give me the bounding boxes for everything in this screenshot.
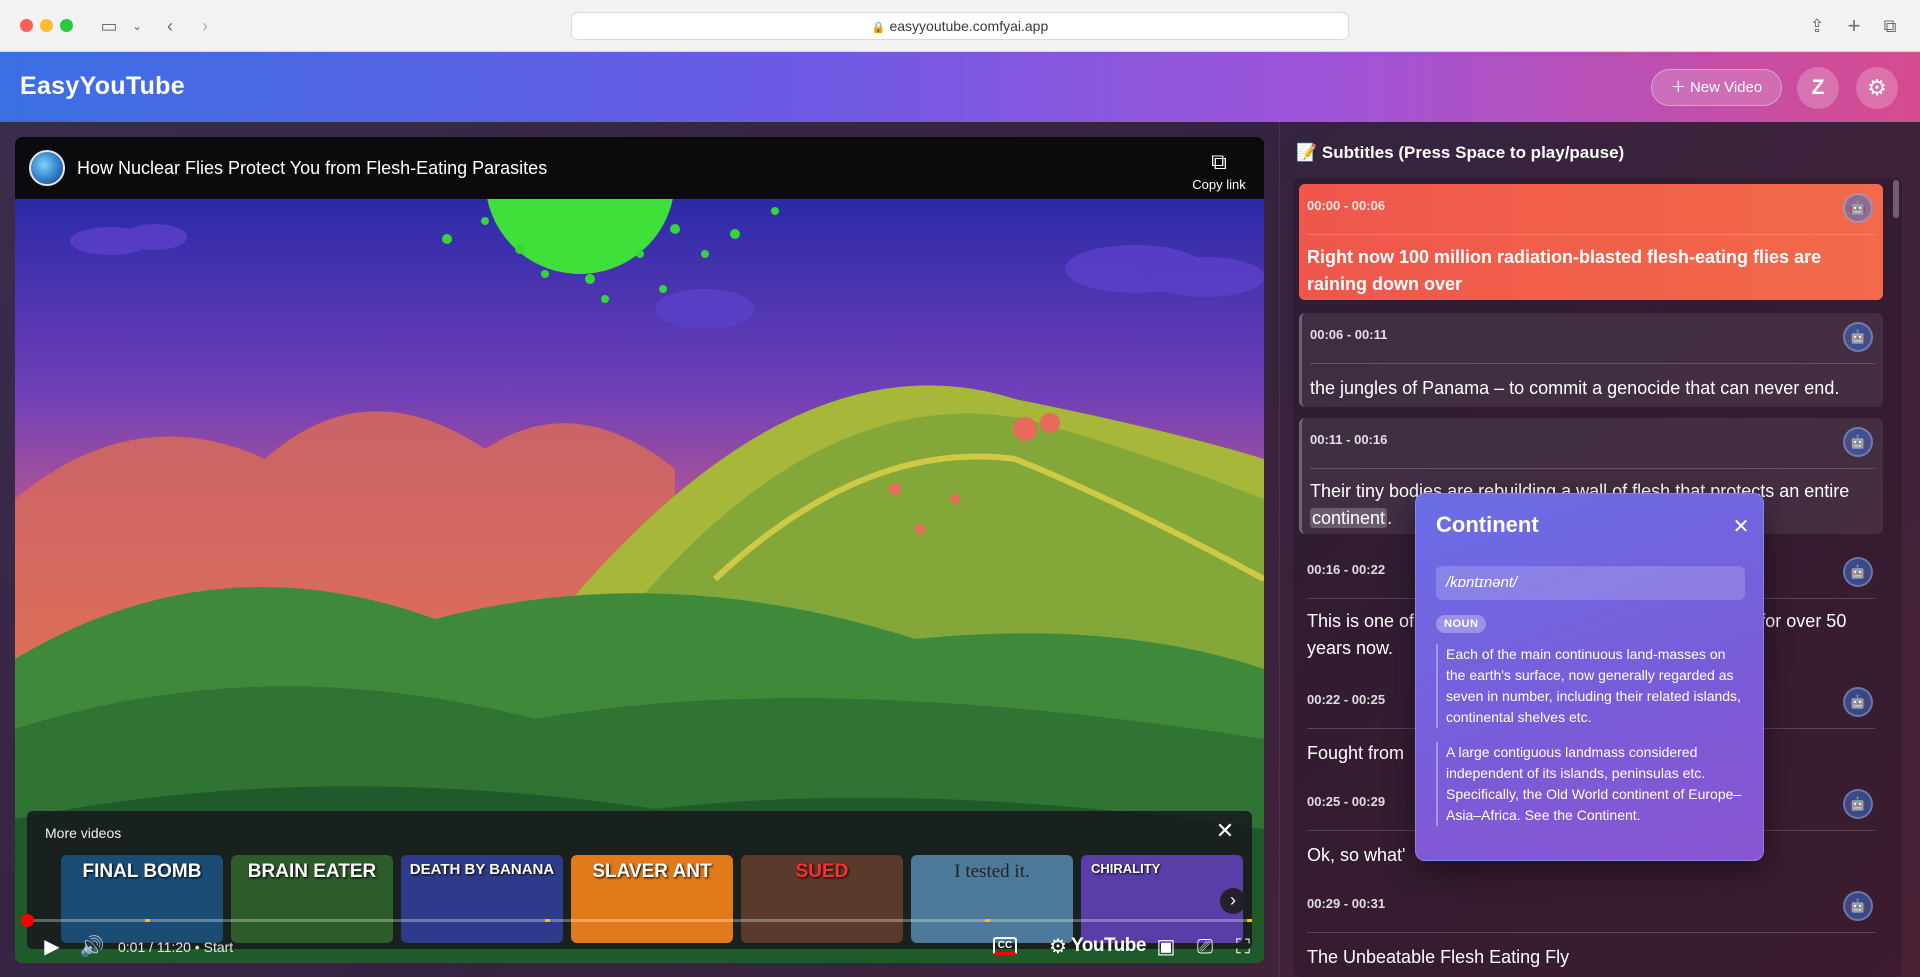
captions-button[interactable]: CC	[993, 937, 1017, 955]
definition: A large contiguous landmass considered i…	[1436, 742, 1745, 826]
subtitle-time: 00:22 - 00:25	[1307, 692, 1386, 707]
miniplayer-icon[interactable]: ▣	[1152, 935, 1180, 959]
subtitles-header: 📝 Subtitles (Press Space to play/pause)	[1296, 143, 1625, 162]
subtitle-time: 00:11 - 00:16	[1310, 432, 1388, 447]
subtitle-item[interactable]: 00:06 - 00:11 🤖 the jungles of Panama – …	[1299, 313, 1883, 407]
robot-icon[interactable]: 🤖	[1843, 557, 1873, 587]
video-title[interactable]: How Nuclear Flies Protect You from Flesh…	[77, 158, 547, 179]
dictionary-word: Continent	[1436, 512, 1539, 537]
robot-icon[interactable]: 🤖	[1843, 427, 1873, 457]
player-title-bar: How Nuclear Flies Protect You from Flesh…	[15, 137, 1264, 199]
close-window-button[interactable]	[20, 19, 33, 32]
fullscreen-icon[interactable]: ⛶	[1230, 935, 1256, 959]
divider	[1307, 932, 1875, 933]
progress-bar[interactable]	[27, 919, 1252, 922]
highlighted-word[interactable]: continent	[1310, 508, 1388, 528]
part-of-speech-badge: NOUN	[1436, 615, 1487, 633]
subtitle-text[interactable]: Right now 100 million radiation-blasted …	[1307, 244, 1869, 298]
copy-link-button[interactable]: ⧉ Copy link	[1181, 149, 1257, 192]
subtitle-text-after: .	[1387, 508, 1393, 528]
new-tab-icon[interactable]: +	[1841, 13, 1867, 39]
url-text: easyyoutube.comfyai.app	[889, 18, 1049, 34]
divider	[1307, 234, 1875, 235]
airplay-icon[interactable]: ⎚	[1191, 935, 1219, 959]
subtitle-time: 00:25 - 00:29	[1307, 794, 1386, 809]
video-player[interactable]: How Nuclear Flies Protect You from Flesh…	[15, 137, 1264, 963]
time-current: 0:01	[118, 939, 146, 955]
definition: Each of the main continuous land-masses …	[1436, 644, 1745, 728]
copy-link-label: Copy link	[1192, 177, 1246, 192]
robot-icon[interactable]: 🤖	[1843, 891, 1873, 921]
forward-icon[interactable]: ›	[192, 13, 218, 39]
tab-overview-icon[interactable]: ⧉	[1877, 13, 1903, 39]
chevron-down-icon[interactable]: ⌄	[124, 13, 150, 39]
divider	[1310, 363, 1875, 364]
plus-icon: ＋	[1670, 79, 1690, 96]
close-icon[interactable]: ✕	[1729, 514, 1753, 539]
subtitle-item-active[interactable]: 00:00 - 00:06 🤖 Right now 100 million ra…	[1299, 184, 1883, 300]
minimize-window-button[interactable]	[40, 19, 53, 32]
play-icon[interactable]: ▶	[39, 935, 65, 959]
copy-icon: ⧉	[1211, 149, 1227, 174]
phonetic: /kɒntɪnənt/	[1436, 566, 1745, 600]
chapter-marker	[545, 919, 550, 922]
robot-icon[interactable]: 🤖	[1843, 687, 1873, 717]
new-video-label: New Video	[1689, 79, 1763, 96]
new-video-button[interactable]: ＋ New Video	[1651, 69, 1782, 106]
subtitle-text[interactable]: the jungles of Panama – to commit a geno…	[1310, 375, 1869, 402]
progress-knob[interactable]	[21, 914, 34, 927]
settings-gear-icon[interactable]: ⚙	[1856, 67, 1898, 109]
subtitle-text[interactable]: The Unbeatable Flesh Eating Fly	[1307, 944, 1869, 971]
volume-icon[interactable]: 🔊	[78, 935, 106, 959]
dictionary-popup: Continent ✕ /kɒntɪnənt/ NOUN Each of the…	[1415, 493, 1764, 861]
chapter-marker	[985, 919, 990, 922]
subtitle-time: 00:00 - 00:06	[1307, 198, 1386, 213]
back-icon[interactable]: ‹	[157, 13, 183, 39]
subtitle-item[interactable]: 00:29 - 00:31 🤖 The Unbeatable Flesh Eat…	[1299, 882, 1883, 976]
player-controls: ▶ 🔊 0:01 / 11:20 • Start CC ⚙ YouTube ▣ …	[15, 901, 1264, 963]
channel-logo[interactable]	[29, 150, 65, 186]
lock-icon: 🔒	[871, 22, 886, 34]
zoom-window-button[interactable]	[60, 19, 73, 32]
robot-icon[interactable]: 🤖	[1843, 789, 1873, 819]
subtitle-time: 00:29 - 00:31	[1307, 896, 1386, 911]
brand-title: EasyYouTube	[20, 72, 185, 100]
time-total: 11:20	[156, 939, 191, 955]
robot-icon[interactable]: 🤖	[1843, 322, 1873, 352]
youtube-logo[interactable]: YouTube	[1071, 935, 1146, 957]
close-icon[interactable]: ✕	[1213, 819, 1237, 843]
robot-icon[interactable]: 🤖	[1843, 193, 1873, 223]
avatar[interactable]: Z	[1797, 67, 1839, 109]
subtitles-scrollbar[interactable]	[1893, 180, 1899, 218]
gear-icon[interactable]: ⚙	[1045, 935, 1071, 959]
divider	[1310, 468, 1875, 469]
chapter-marker	[1247, 919, 1252, 922]
more-videos-title: More videos	[45, 825, 122, 841]
video-frame[interactable]: More videos ✕ FINAL BOMB BRAIN EATER DEA…	[15, 199, 1264, 963]
time-display: 0:01 / 11:20 • Start	[118, 939, 234, 955]
share-icon[interactable]: ⇪	[1804, 13, 1830, 39]
sidebar-toggle-icon[interactable]: ▭	[96, 13, 122, 39]
chapter-label[interactable]: Start	[204, 939, 234, 955]
app-header: EasyYouTube ＋ New Video Z ⚙	[0, 52, 1920, 122]
chapter-marker	[145, 919, 150, 922]
subtitle-time: 00:06 - 00:11	[1310, 327, 1388, 342]
address-bar[interactable]: 🔒 easyyoutube.comfyai.app	[571, 12, 1349, 40]
browser-toolbar: ▭ ⌄ ‹ › 🔒 easyyoutube.comfyai.app ⇪ + ⧉	[0, 0, 1920, 52]
subtitle-time: 00:16 - 00:22	[1307, 562, 1386, 577]
